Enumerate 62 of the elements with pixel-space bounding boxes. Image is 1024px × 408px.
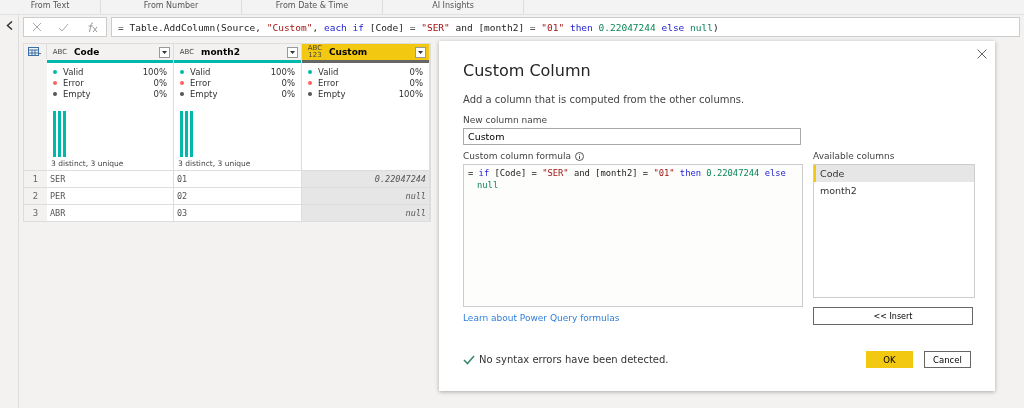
table-cell: 0.22047244 [302, 170, 430, 187]
stat-label: Error [190, 78, 212, 88]
field-label: Available columns [813, 151, 896, 161]
table-cell: ABR [47, 204, 174, 221]
dialog-title: Custom Column [463, 61, 592, 80]
table-cell: 01 [174, 170, 302, 187]
check-icon [463, 354, 475, 365]
table-cell: null [302, 187, 430, 204]
dropdown-button[interactable] [415, 46, 426, 58]
close-button[interactable] [975, 47, 989, 61]
field-label: Custom column formula [463, 151, 572, 161]
info-icon[interactable] [575, 151, 585, 161]
dropdown-button[interactable] [287, 46, 298, 58]
column-list-item[interactable]: Code [814, 165, 974, 182]
column-name-field[interactable]: Custom [463, 128, 801, 145]
caret-icon [418, 50, 423, 54]
distribution-chart [53, 111, 67, 157]
column-name: month2 [201, 47, 241, 57]
stat-label: Empty [190, 89, 219, 99]
formula-input[interactable]: = Table.AddColumn(Source, "Custom", each if [Code] = "SER" and [month2] = "01" then 0.22047244 else null) [111, 17, 1020, 37]
stat-value: 0% [153, 78, 167, 88]
table-cell: 03 [174, 204, 302, 221]
formula-editor[interactable]: = if [Code] = "SER" and [month2] = "01" then 0.22047244 else null [463, 164, 803, 307]
stat-value: 100% [142, 67, 167, 77]
field-label: New column name [463, 115, 548, 125]
stat-value: 0% [409, 67, 423, 77]
distribution-chart [180, 111, 194, 157]
cancel-button[interactable]: Cancel [924, 351, 971, 368]
ok-button[interactable]: OK [866, 351, 913, 368]
column-name: Custom [329, 47, 369, 57]
stat-label: Empty [318, 89, 347, 99]
table-cell: SER [47, 170, 174, 187]
stat-value: 100% [398, 89, 423, 99]
stat-label: Empty [63, 89, 92, 99]
stat-value: 0% [281, 78, 295, 88]
chevron-left-icon[interactable] [5, 21, 13, 30]
table-cell: PER [47, 187, 174, 204]
stat-label: Valid [63, 67, 85, 77]
learn-link[interactable]: Learn about Power Query formulas [463, 313, 803, 323]
stat-label: Valid [318, 67, 340, 77]
ribbon-group-label: From Text [0, 0, 101, 14]
ribbon-group-label: AI Insights [383, 0, 524, 14]
stat-value: 0% [281, 89, 295, 99]
dialog-description: Add a column that is computed from the other columns. [463, 94, 746, 105]
table-cell: 02 [174, 187, 302, 204]
insert-button[interactable]: << Insert [813, 307, 973, 325]
stat-value: 100% [270, 67, 295, 77]
stat-value: 0% [153, 89, 167, 99]
caret-icon [162, 50, 167, 54]
column-name: Code [74, 47, 101, 57]
table-icon [28, 47, 42, 56]
ribbon-group-label: From Date & Time [242, 0, 383, 14]
stat-label: Error [318, 78, 340, 88]
check-icon[interactable] [58, 22, 70, 32]
stat-label: Error [63, 78, 85, 88]
stat-value: 0% [409, 78, 423, 88]
syntax-status: No syntax errors have been detected. [479, 354, 670, 365]
dropdown-button[interactable] [159, 46, 170, 58]
table-cell: null [302, 204, 430, 221]
stat-label: Valid [190, 67, 212, 77]
ribbon-group-label: From Number [101, 0, 242, 14]
caret-icon [290, 50, 295, 54]
